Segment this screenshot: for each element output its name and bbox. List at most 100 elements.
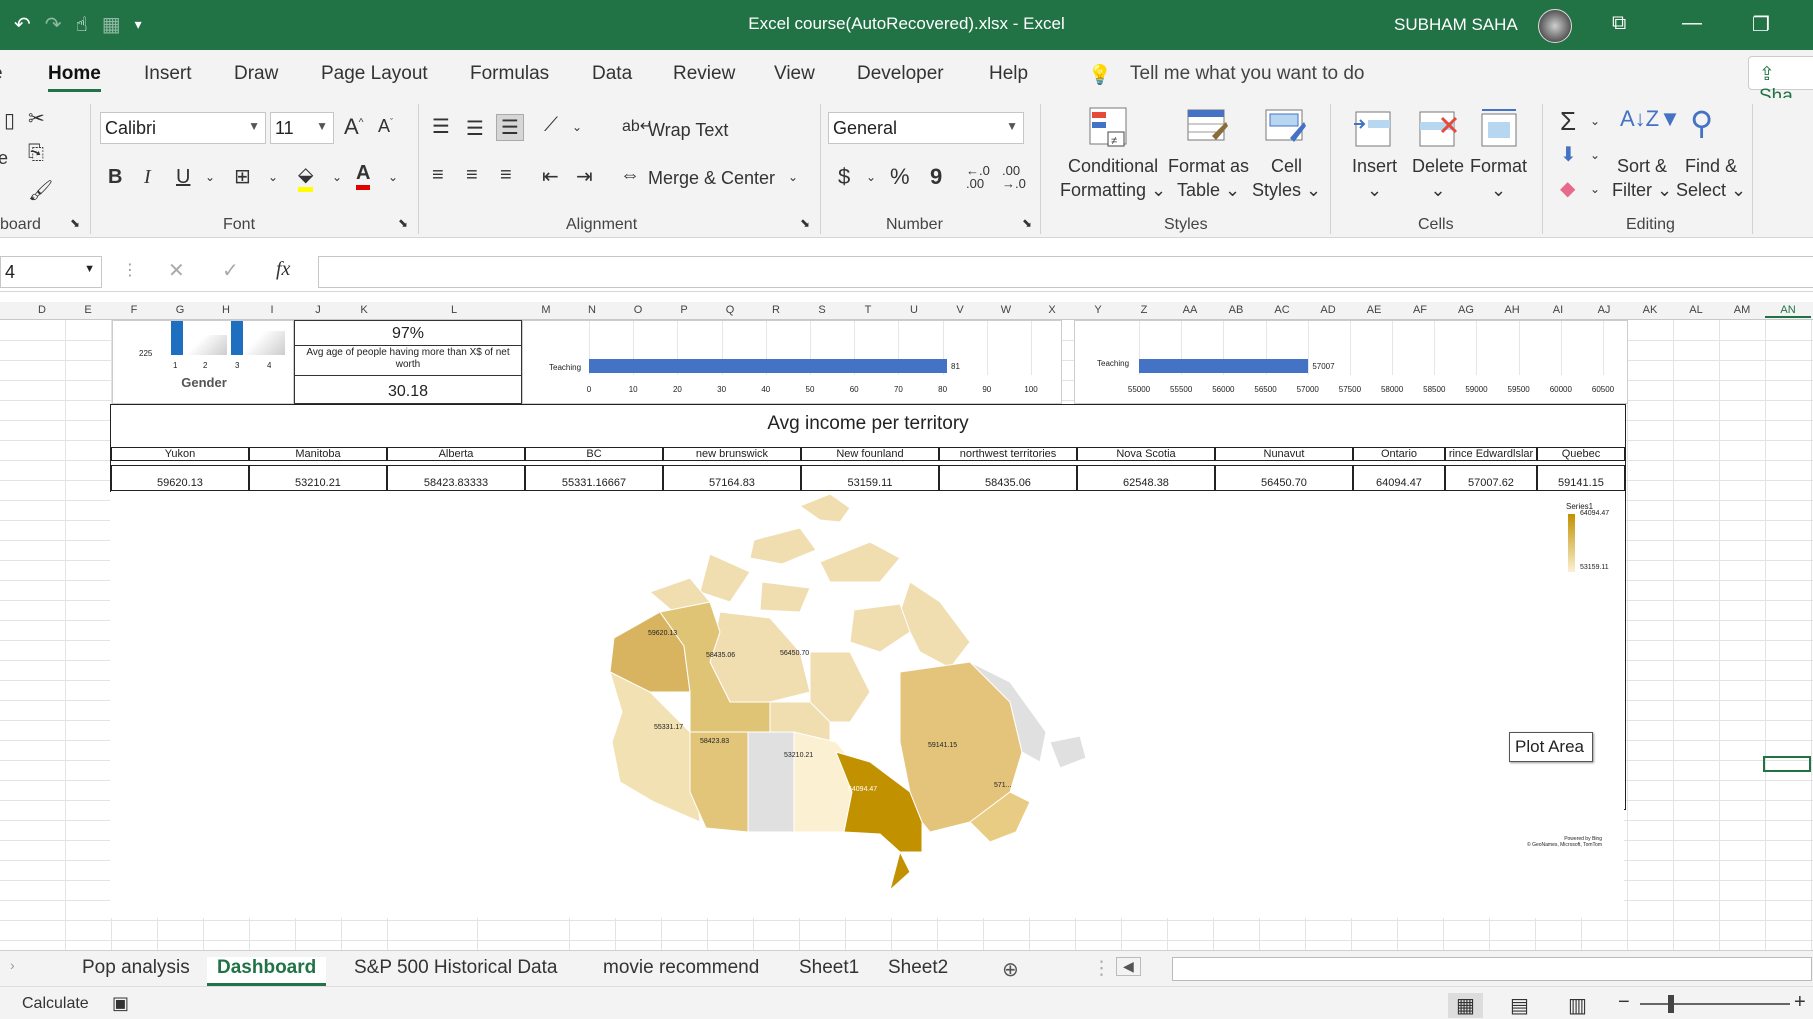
column-header-w[interactable]: W: [983, 304, 1029, 316]
zoom-out-icon[interactable]: −: [1618, 991, 1630, 1014]
tab-insert[interactable]: Insert: [144, 63, 192, 85]
chevron-down-icon[interactable]: ⌄: [205, 170, 215, 184]
status-text[interactable]: Calculate: [22, 995, 89, 1013]
delete-cells-button[interactable]: Delete ⌄: [1412, 154, 1464, 202]
merge-center-icon[interactable]: ⇔: [620, 164, 640, 187]
tab-developer[interactable]: Developer: [857, 63, 944, 85]
font-launcher-icon[interactable]: ⬊: [398, 216, 408, 230]
conditional-formatting-button[interactable]: Conditional Formatting ⌄: [1060, 154, 1166, 202]
column-header-ae[interactable]: AE: [1351, 304, 1397, 316]
column-header-an[interactable]: AN: [1765, 304, 1811, 318]
teaching-bar[interactable]: [589, 359, 948, 373]
column-header-j[interactable]: J: [295, 304, 341, 316]
number-format-combo[interactable]: General ▼: [828, 112, 1024, 144]
teaching-bar[interactable]: [1139, 359, 1309, 373]
teaching-chart-1[interactable]: Teaching 81 0 10 20 30 40 50 60 70 80 90 100: [522, 320, 1062, 404]
column-header-ah[interactable]: AH: [1489, 304, 1535, 316]
increase-decimal-icon[interactable]: ←.0.00: [966, 164, 990, 190]
worksheet-grid[interactable]: 225 1 2 3 4 Gender 97% Avg age of people…: [0, 320, 1813, 950]
tab-home[interactable]: Home: [48, 63, 101, 92]
fill-icon[interactable]: ⬇: [1560, 142, 1577, 167]
chevron-down-icon[interactable]: ⌄: [268, 170, 278, 184]
sheet-tab-sheet1[interactable]: Sheet1: [799, 957, 859, 979]
column-header-aa[interactable]: AA: [1167, 304, 1213, 316]
column-header-s[interactable]: S: [799, 304, 845, 316]
minimize-icon[interactable]: —: [1682, 12, 1702, 35]
zoom-slider-handle[interactable]: [1668, 995, 1674, 1013]
clipboard-launcher-icon[interactable]: ⬊: [70, 216, 80, 230]
column-header-r[interactable]: R: [753, 304, 799, 316]
increase-indent-icon[interactable]: ⇥: [576, 164, 593, 189]
format-painter-icon[interactable]: 🖌: [28, 178, 53, 203]
tab-page-layout[interactable]: Page Layout: [321, 63, 428, 85]
tab-draw[interactable]: Draw: [234, 63, 278, 85]
sheet-tab-sp500[interactable]: S&P 500 Historical Data: [354, 957, 557, 979]
tab-data[interactable]: Data: [592, 63, 632, 85]
user-name[interactable]: SUBHAM SAHA: [1394, 15, 1518, 35]
column-header-g[interactable]: G: [157, 304, 203, 316]
currency-icon[interactable]: $: [838, 164, 850, 190]
font-name-combo[interactable]: Calibri ▼: [100, 112, 266, 144]
chevron-down-icon[interactable]: ⌄: [1590, 182, 1600, 196]
format-cells-icon[interactable]: [1478, 108, 1522, 152]
formula-input[interactable]: [318, 256, 1813, 288]
tab-review[interactable]: Review: [673, 63, 735, 85]
ribbon-display-icon[interactable]: ⧉: [1612, 12, 1626, 35]
format-as-table-icon[interactable]: [1186, 106, 1230, 150]
comma-style-icon[interactable]: 9: [930, 164, 942, 190]
sheet-tab-pop-analysis[interactable]: Pop analysis: [82, 957, 190, 979]
bold-icon[interactable]: B: [108, 166, 122, 189]
name-box[interactable]: 4 ▼: [0, 256, 102, 288]
sort-filter-icon[interactable]: A↓Z▼: [1620, 106, 1681, 132]
column-header-k[interactable]: K: [341, 304, 387, 316]
column-header-f[interactable]: F: [111, 304, 157, 316]
canada-map-chart[interactable]: 59620.13 58435.06 56450.70 55331.17 5842…: [110, 492, 1624, 918]
column-header-ac[interactable]: AC: [1259, 304, 1305, 316]
tab-help[interactable]: Help: [989, 63, 1028, 85]
column-header-ad[interactable]: AD: [1305, 304, 1351, 316]
column-header-x[interactable]: X: [1029, 304, 1075, 316]
column-header-m[interactable]: M: [523, 304, 569, 316]
zoom-in-icon[interactable]: +: [1794, 991, 1806, 1014]
enter-icon[interactable]: ✓: [222, 258, 239, 283]
find-select-button[interactable]: Find & Select ⌄: [1676, 154, 1746, 202]
wrap-text-button[interactable]: Wrap Text: [648, 118, 728, 142]
sort-filter-button[interactable]: Sort & Filter ⌄: [1612, 154, 1672, 202]
insert-cells-button[interactable]: Insert ⌄: [1352, 154, 1397, 202]
macro-record-icon[interactable]: ▣: [112, 993, 129, 1014]
column-header-l[interactable]: L: [431, 304, 477, 316]
column-header-y[interactable]: Y: [1075, 304, 1121, 316]
column-header-af[interactable]: AF: [1397, 304, 1443, 316]
percent-icon[interactable]: %: [890, 164, 910, 190]
restore-icon[interactable]: ❐: [1752, 12, 1770, 37]
column-header-p[interactable]: P: [661, 304, 707, 316]
clear-icon[interactable]: ◆: [1560, 176, 1575, 201]
align-right-icon[interactable]: ≡: [500, 164, 512, 187]
column-header-u[interactable]: U: [891, 304, 937, 316]
column-header-v[interactable]: V: [937, 304, 983, 316]
align-left-icon[interactable]: ≡: [432, 164, 444, 187]
column-header-i[interactable]: I: [249, 304, 295, 316]
chevron-down-icon[interactable]: ⌄: [866, 170, 876, 184]
new-sheet-icon[interactable]: ⊕: [1002, 957, 1019, 982]
column-header-am[interactable]: AM: [1719, 304, 1765, 316]
column-header-d[interactable]: D: [19, 304, 65, 316]
horizontal-scrollbar[interactable]: [1172, 957, 1812, 981]
format-as-table-button[interactable]: Format as Table ⌄: [1168, 154, 1249, 202]
avatar[interactable]: [1538, 9, 1572, 43]
chevron-down-icon[interactable]: ⌄: [572, 120, 582, 134]
column-header-al[interactable]: AL: [1673, 304, 1719, 316]
copy-icon[interactable]: ⎘: [28, 142, 44, 165]
tab-view[interactable]: View: [774, 63, 815, 85]
normal-view-icon[interactable]: ▦: [1448, 993, 1483, 1018]
orientation-icon[interactable]: ⟋: [544, 114, 558, 137]
alignment-launcher-icon[interactable]: ⬊: [800, 216, 810, 230]
page-layout-view-icon[interactable]: ▤: [1510, 993, 1529, 1018]
gender-chart[interactable]: 225 1 2 3 4 Gender: [112, 320, 294, 404]
column-header-q[interactable]: Q: [707, 304, 753, 316]
cancel-icon[interactable]: ✕: [168, 258, 185, 283]
paste-icon[interactable]: ▯: [4, 108, 15, 133]
align-bottom-icon[interactable]: ☰: [496, 114, 524, 141]
autosum-icon[interactable]: Σ: [1560, 106, 1576, 137]
delete-cells-icon[interactable]: [1416, 108, 1460, 152]
